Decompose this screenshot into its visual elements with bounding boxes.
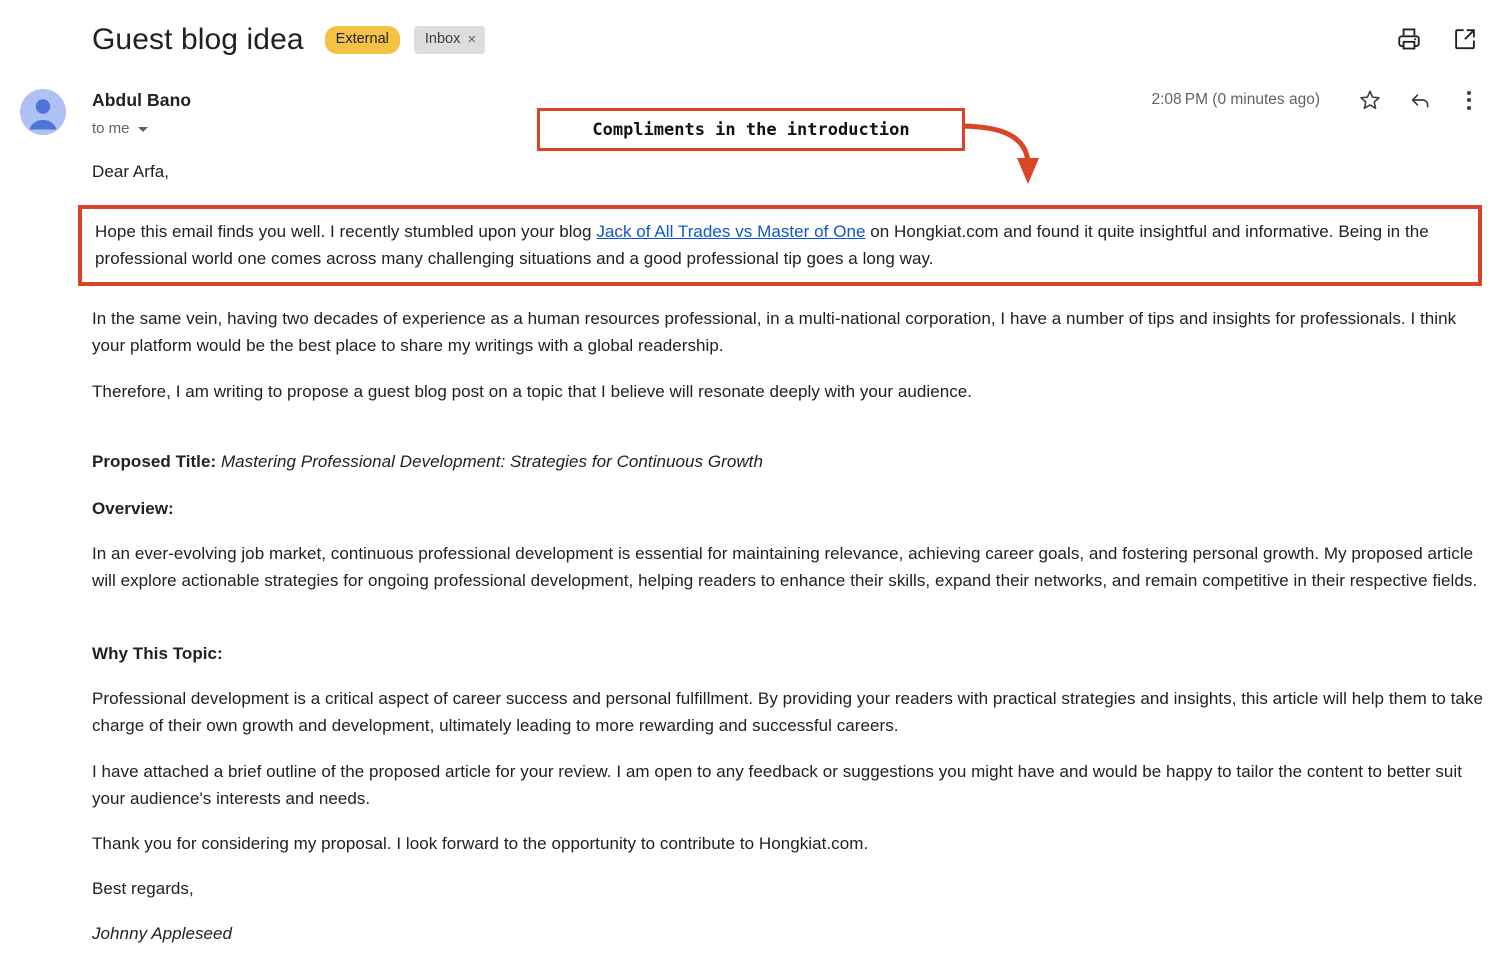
kebab-dot [1467,105,1471,110]
paragraph-experience: In the same vein, having two decades of … [92,309,1457,355]
avatar[interactable] [20,89,66,135]
recipient-toggle[interactable]: to me [92,120,148,137]
reply-icon[interactable] [1408,88,1432,112]
message-actions: 2:08 PM (0 minutes ago) [1151,88,1480,112]
highlighted-intro-paragraph: Hope this email finds you well. I recent… [78,205,1482,286]
annotation-callout-text: Compliments in the introduction [592,119,910,140]
more-options-icon[interactable] [1458,88,1480,112]
kebab-dot [1467,98,1471,102]
avatar-person-icon [20,89,66,135]
open-in-new-icon[interactable] [1452,26,1478,52]
attachment-note-paragraph: I have attached a brief outline of the p… [92,762,1463,808]
sender-name: Abdul Bano [92,90,192,110]
recipient-label: to me [92,120,130,137]
why-this-topic-body: Professional development is a critical a… [92,689,1483,735]
kebab-dot [1467,90,1471,95]
blog-article-link[interactable]: Jack of All Trades vs Master of One [596,222,865,241]
intro-text-before-link: Hope this email finds you well. I recent… [95,222,597,241]
greeting-line: Dear Arfa, [92,162,170,181]
annotation-callout-box: Compliments in the introduction [537,108,965,151]
print-icon[interactable] [1396,26,1422,52]
status-badge-external[interactable]: External [324,26,400,54]
paragraph-proposal-intent: Therefore, I am writing to propose a gue… [92,382,973,401]
label-chip-inbox[interactable]: Inbox × [413,26,486,54]
star-icon[interactable] [1358,88,1382,112]
proposed-title-value: Mastering Professional Development: Stra… [220,452,763,471]
sign-off-line: Best regards, [92,879,194,898]
email-header: Guest blog idea External Inbox × [0,0,1500,78]
remove-label-icon[interactable]: × [467,32,476,47]
page-title: Guest blog idea [92,23,304,56]
proposed-title-line: Proposed Title: Mastering Professional D… [92,448,1484,475]
proposed-title-label: Proposed Title: [92,452,217,471]
overview-heading: Overview: [92,499,174,518]
chevron-down-icon[interactable] [137,127,148,132]
overview-body: In an ever-evolving job market, continuo… [92,544,1478,590]
header-actions [1396,26,1478,52]
email-reading-pane: Guest blog idea External Inbox × Abdul B… [0,0,1500,958]
subject-row: Guest blog idea External Inbox × [92,20,486,60]
why-this-topic-heading: Why This Topic: [92,644,223,663]
closing-thanks-paragraph: Thank you for considering my proposal. I… [92,834,869,853]
label-chip-inbox-text: Inbox [424,31,461,48]
timestamp: 2:08 PM (0 minutes ago) [1151,91,1320,108]
signature-name: Johnny Appleseed [92,924,233,943]
intro-paragraph: Hope this email finds you well. I recent… [95,218,1464,272]
